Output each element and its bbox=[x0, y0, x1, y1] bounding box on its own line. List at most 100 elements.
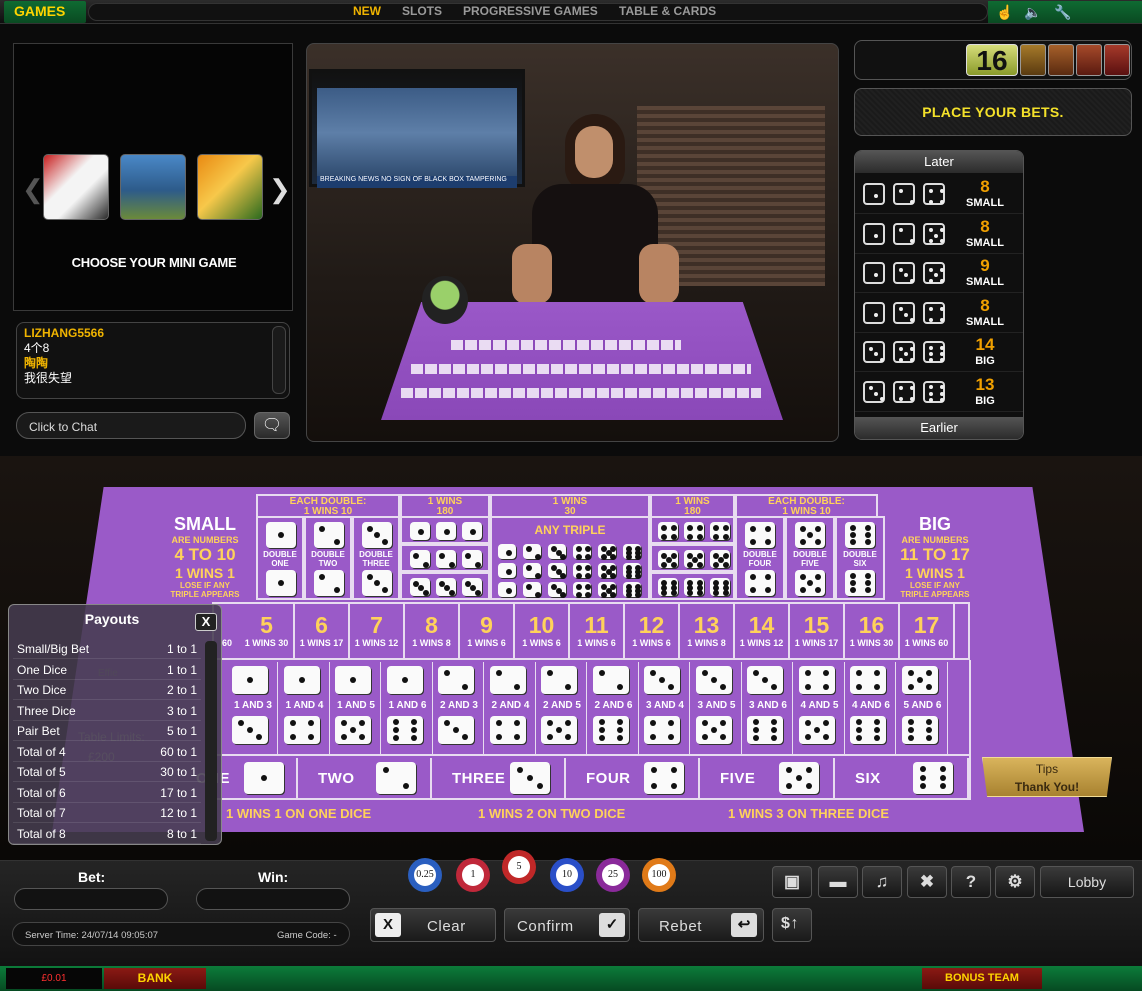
single-bet-four[interactable]: FOUR bbox=[566, 758, 700, 800]
nav-link-slots[interactable]: SLOTS bbox=[402, 4, 442, 18]
history-earlier-button[interactable]: Earlier bbox=[855, 417, 1023, 439]
settings-gear-icon[interactable]: ⚙ bbox=[995, 866, 1035, 898]
pair-bet-1-3[interactable]: 1 AND 3 bbox=[228, 662, 278, 754]
games-logo[interactable]: GAMES bbox=[4, 1, 86, 23]
die-pip bbox=[849, 580, 856, 586]
die-face-5 bbox=[901, 666, 938, 694]
bank-button[interactable]: BANK bbox=[104, 968, 206, 989]
pair-bet-3-5[interactable]: 3 AND 5 bbox=[692, 662, 742, 754]
small-bet-area-lose: LOSE IF ANY bbox=[180, 581, 230, 590]
any-triple-bet[interactable]: ANY TRIPLE bbox=[490, 516, 650, 600]
auto-bet-button[interactable]: $↑ bbox=[772, 908, 812, 942]
single-bet-two[interactable]: TWO bbox=[298, 758, 432, 800]
single-bet-three[interactable]: THREE bbox=[432, 758, 566, 800]
chevron-left-icon[interactable]: ❮ bbox=[22, 174, 44, 205]
chat-input[interactable]: Click to Chat bbox=[16, 412, 246, 439]
double-bet-three[interactable]: DOUBLE THREE bbox=[352, 516, 400, 600]
pair-bet-4-5[interactable]: 4 AND 5 bbox=[795, 662, 845, 754]
nav-link-table-cards[interactable]: TABLE & CARDS bbox=[619, 4, 716, 18]
die-pip bbox=[535, 572, 541, 579]
small-bet-area[interactable]: SMALL ARE NUMBERS 4 TO 10 1 WINS 1 LOSE IF A… bbox=[150, 514, 260, 599]
total-bet-12[interactable]: 12 1 WINS 6 bbox=[625, 602, 680, 660]
chevron-right-icon[interactable]: ❯ bbox=[269, 174, 291, 205]
pair-bet-2-6[interactable]: 2 AND 6 bbox=[589, 662, 639, 754]
total-bet-17[interactable]: 17 1 WINS 60 bbox=[900, 602, 955, 660]
total-bet-9[interactable]: 91 WINS 6 bbox=[460, 602, 515, 660]
total-bet-7[interactable]: 71 WINS 12 bbox=[350, 602, 405, 660]
camera-icon[interactable]: ▣ bbox=[772, 866, 812, 898]
total-bet-6[interactable]: 61 WINS 17 bbox=[295, 602, 350, 660]
single-bet-six[interactable]: SIX bbox=[835, 758, 969, 800]
nav-link-progressive-games[interactable]: PROGRESSIVE GAMES bbox=[463, 4, 598, 18]
pair-bet-4-6[interactable]: 4 AND 6 bbox=[846, 662, 896, 754]
results-history: Later 8 SMALL 8 SMALL 9 SMALL 8 SMALL 14 BIG 13 BIG… bbox=[854, 150, 1024, 440]
horse-racing-thumbnail[interactable] bbox=[120, 154, 186, 220]
die-pip bbox=[907, 734, 914, 741]
pair-bet-1-4[interactable]: 1 AND 4 bbox=[280, 662, 330, 754]
pair-bet-1-5[interactable]: 1 AND 5 bbox=[331, 662, 381, 754]
pair-bet-3-6[interactable]: 3 AND 6 bbox=[743, 662, 793, 754]
chip-0.25[interactable]: 0.25 bbox=[408, 858, 442, 892]
pair-label: 3 AND 5 bbox=[697, 700, 736, 711]
lobby-button[interactable]: Lobby bbox=[1040, 866, 1134, 898]
chip-1[interactable]: 1 bbox=[456, 858, 490, 892]
total-bet-15[interactable]: 15 1 WINS 17 bbox=[790, 602, 845, 660]
triple-bet-6[interactable] bbox=[650, 572, 735, 600]
pair-bet-2-3[interactable]: 2 AND 3 bbox=[434, 662, 484, 754]
total-bet-14[interactable]: 14 1 WINS 12 bbox=[735, 602, 790, 660]
pair-bet-2-4[interactable]: 2 AND 4 bbox=[486, 662, 536, 754]
total-bet-16[interactable]: 16 1 WINS 30 bbox=[845, 602, 900, 660]
single-bet-five[interactable]: FIVE bbox=[700, 758, 835, 800]
triple-bet-3[interactable] bbox=[400, 572, 490, 600]
sound-icon[interactable]: ♫ bbox=[862, 866, 902, 898]
double-bet-four[interactable]: DOUBLE FOUR bbox=[735, 516, 785, 600]
total-bet-10[interactable]: 10 1 WINS 6 bbox=[515, 602, 570, 660]
chip-5[interactable]: 5 bbox=[502, 850, 536, 884]
total-bet-13[interactable]: 13 1 WINS 8 bbox=[680, 602, 735, 660]
chip-100[interactable]: 100 bbox=[642, 858, 676, 892]
tips-button[interactable]: Tips Thank You! bbox=[982, 757, 1112, 797]
pair-bet-3-4[interactable]: 3 AND 4 bbox=[640, 662, 690, 754]
payouts-scrollbar[interactable] bbox=[205, 641, 217, 841]
pair-bet-1-6[interactable]: 1 AND 6 bbox=[383, 662, 433, 754]
bonus-team-button[interactable]: BONUS TEAM bbox=[922, 968, 1042, 989]
cards-game-thumbnail[interactable] bbox=[43, 154, 109, 220]
chat-toggle-icon[interactable]: ▬ bbox=[818, 866, 858, 898]
chat-send-button[interactable]: 🗨 bbox=[254, 412, 290, 439]
die-pip bbox=[898, 307, 903, 311]
die-pip bbox=[753, 734, 759, 741]
triple-bet-4[interactable] bbox=[650, 516, 735, 544]
die-pip bbox=[919, 783, 926, 790]
chat-scrollbar[interactable] bbox=[272, 326, 286, 394]
desert-treasure-thumbnail[interactable] bbox=[197, 154, 263, 220]
clear-button[interactable]: X Clear bbox=[370, 908, 496, 942]
pair-bet-2-5[interactable]: 2 AND 5 bbox=[537, 662, 587, 754]
chip-10[interactable]: 10 bbox=[550, 858, 584, 892]
total-bet-11[interactable]: 11 1 WINS 6 bbox=[570, 602, 625, 660]
double-bet-five[interactable]: DOUBLE FIVE bbox=[785, 516, 835, 600]
confirm-button[interactable]: Confirm ✓ bbox=[504, 908, 630, 942]
rebet-button[interactable]: Rebet ↩ bbox=[638, 908, 764, 942]
big-bet-area[interactable]: BIG ARE NUMBERS 11 TO 17 1 WINS 1 LOSE IF AN… bbox=[880, 514, 990, 599]
single-bet-one[interactable]: ONE bbox=[196, 758, 298, 800]
pair-bet-5-6[interactable]: 5 AND 6 bbox=[898, 662, 948, 754]
double-bet-two[interactable]: DOUBLE TWO bbox=[304, 516, 352, 600]
help-icon[interactable]: ? bbox=[951, 866, 991, 898]
triple-bet-2[interactable] bbox=[400, 544, 490, 572]
history-later-button[interactable]: Later bbox=[855, 151, 1023, 173]
double-bet-one[interactable]: DOUBLE ONE bbox=[256, 516, 304, 600]
total-bet-8[interactable]: 81 WINS 8 bbox=[405, 602, 460, 660]
fullscreen-icon[interactable]: ✖ bbox=[907, 866, 947, 898]
wrench-icon[interactable]: 🔧 bbox=[1054, 4, 1072, 20]
sound-icon[interactable]: 🔈 bbox=[1024, 4, 1042, 20]
die-pip bbox=[719, 720, 726, 726]
double-bet-six[interactable]: DOUBLE SIX bbox=[835, 516, 885, 600]
total-bet-5[interactable]: 51 WINS 30 bbox=[240, 602, 295, 660]
nav-link-new[interactable]: NEW bbox=[353, 4, 381, 18]
chip-25[interactable]: 25 bbox=[596, 858, 630, 892]
close-icon[interactable]: X bbox=[195, 613, 217, 631]
thumbs-up-icon[interactable]: ☝ bbox=[996, 4, 1014, 20]
small-bet-area-wins: 1 WINS 1 bbox=[175, 565, 235, 581]
triple-bet-5[interactable] bbox=[650, 544, 735, 572]
triple-bet-1[interactable] bbox=[400, 516, 490, 544]
